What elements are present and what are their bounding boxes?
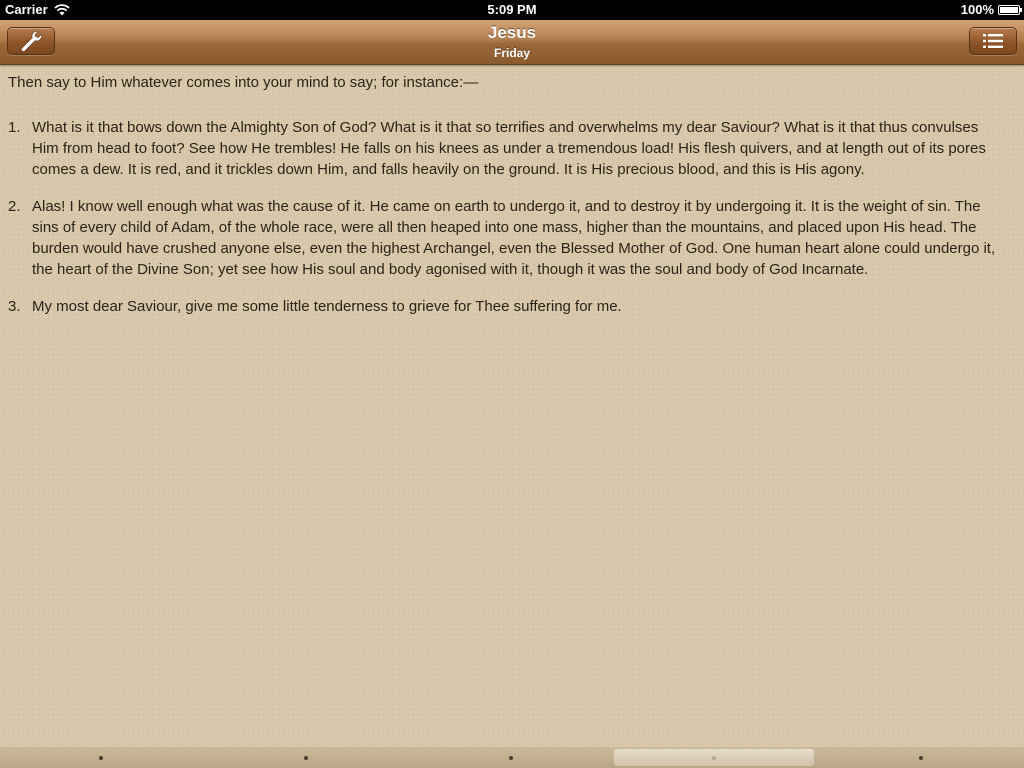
- meditation-point: 1. What is it that bows down the Almight…: [8, 117, 998, 180]
- point-text: My most dear Saviour, give me some littl…: [32, 298, 622, 315]
- page-dot-3[interactable]: [509, 756, 513, 760]
- battery-fill: [1000, 6, 1018, 13]
- intro-text: Then say to Him whatever comes into your…: [8, 74, 479, 91]
- status-bar: Carrier 5:09 PM 100%: [0, 0, 1024, 20]
- meditation-content: Then say to Him whatever comes into your…: [8, 72, 998, 333]
- meditation-points: 1. What is it that bows down the Almight…: [8, 117, 998, 317]
- meditation-point: 3. My most dear Saviour, give me some li…: [8, 296, 998, 317]
- status-time: 5:09 PM: [487, 2, 537, 17]
- page-dot-4[interactable]: [712, 756, 716, 760]
- page-dot-5[interactable]: [919, 756, 923, 760]
- navigation-bar: Jesus Friday: [0, 20, 1024, 65]
- table-of-contents-button[interactable]: [969, 27, 1017, 55]
- status-battery: 100%: [960, 2, 1022, 17]
- point-text: Alas! I know well enough what was the ca…: [32, 198, 996, 278]
- point-number: 1.: [8, 119, 21, 136]
- current-page-indicator[interactable]: [614, 749, 814, 766]
- battery-icon: [998, 4, 1022, 15]
- page-dot-2[interactable]: [304, 756, 308, 760]
- page-navigation-bar[interactable]: [0, 747, 1024, 768]
- list-icon: [983, 34, 1003, 48]
- point-text: What is it that bows down the Almighty S…: [32, 119, 986, 178]
- point-number: 3.: [8, 298, 21, 315]
- page-subtitle: Friday: [493, 46, 530, 60]
- battery-percentage: 100%: [960, 2, 994, 17]
- page-dot-1[interactable]: [99, 756, 103, 760]
- point-number: 2.: [8, 198, 21, 215]
- meditation-point: 2. Alas! I know well enough what was the…: [8, 196, 998, 280]
- page-title: Jesus: [487, 23, 537, 42]
